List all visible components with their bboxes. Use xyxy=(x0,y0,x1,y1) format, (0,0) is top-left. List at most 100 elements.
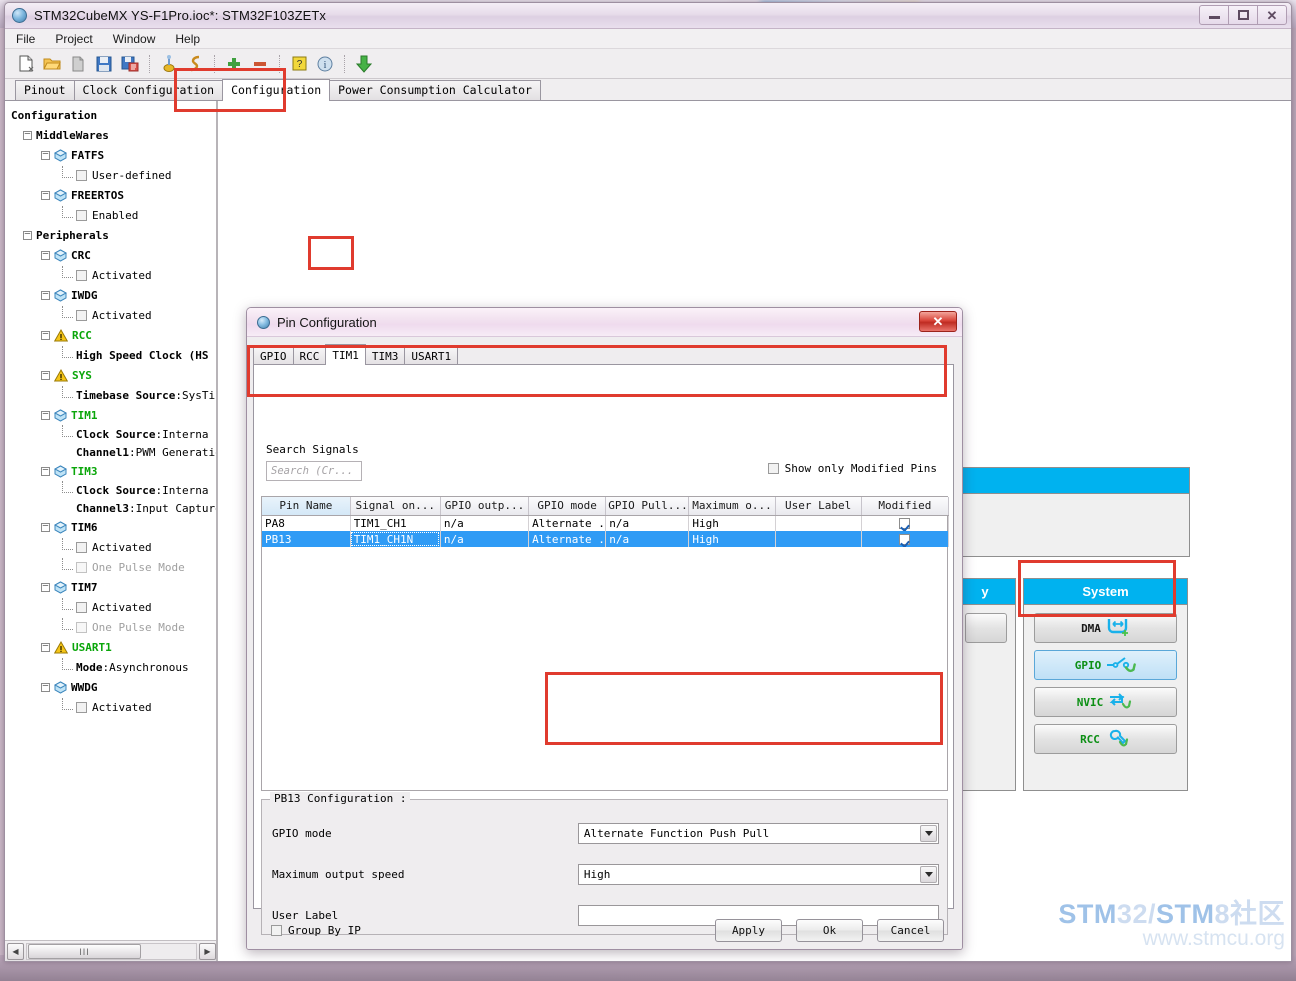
tree-item-crc[interactable]: CRC xyxy=(9,245,216,265)
checkbox-show-only-modified[interactable] xyxy=(767,463,779,474)
show-only-modified-pins-row[interactable]: Show only Modified Pins xyxy=(767,462,937,475)
table-row[interactable]: PA8 TIM1_CH1 n/a Alternate ... n/a High xyxy=(262,515,950,531)
column-header-signal-on[interactable]: Signal on... xyxy=(350,497,441,516)
tree-item-middlewares[interactable]: MiddleWares xyxy=(9,125,216,145)
tree-item-enabled[interactable]: Enabled xyxy=(9,205,216,225)
column-header-modified[interactable]: Modified xyxy=(861,497,950,516)
tree-item-sys[interactable]: SYS xyxy=(9,365,216,385)
tree-item-usart1[interactable]: USART1 xyxy=(9,637,216,657)
checkbox-group-by-ip[interactable] xyxy=(271,924,282,936)
ip-button-nvic[interactable]: NVIC xyxy=(1034,687,1177,717)
column-header-maximum-output[interactable]: Maximum o... xyxy=(688,497,776,516)
zoom-in-icon[interactable] xyxy=(223,53,245,75)
tree-item-tim1-clocksource[interactable]: Clock Source :Interna xyxy=(9,425,216,443)
tree-item-tim1-channel1[interactable]: Channel1:PWM Generatio xyxy=(9,443,216,461)
menu-item-file[interactable]: File xyxy=(13,31,38,47)
expander-icon[interactable] xyxy=(41,582,50,592)
tree-item-tim6-activated[interactable]: Activated xyxy=(9,537,216,557)
apply-button[interactable]: Apply xyxy=(715,918,782,942)
tree-item-rcc-hsclock[interactable]: High Speed Clock (HS xyxy=(9,345,216,365)
configuration-tree-scroll[interactable]: Configuration MiddleWares FATFS xyxy=(5,101,216,938)
expander-icon[interactable] xyxy=(41,466,50,476)
search-input[interactable]: Search (Cr... xyxy=(266,461,362,481)
save-icon[interactable] xyxy=(93,53,115,75)
tree-item-wwdg[interactable]: WWDG xyxy=(9,677,216,697)
ip-button-gpio[interactable]: GPIO xyxy=(1034,650,1177,680)
column-header-gpio-pull[interactable]: GPIO Pull... xyxy=(605,497,690,516)
expander-icon[interactable] xyxy=(41,522,50,532)
expander-icon[interactable] xyxy=(41,290,50,300)
menu-item-project[interactable]: Project xyxy=(52,31,95,47)
checkbox-enabled[interactable] xyxy=(76,209,87,221)
tab-pinout[interactable]: Pinout xyxy=(15,80,75,100)
tree-item-tim7-activated[interactable]: Activated xyxy=(9,597,216,617)
checkbox-activated[interactable] xyxy=(76,541,87,553)
dialog-tab-usart1[interactable]: USART1 xyxy=(404,346,459,365)
tree-item-usart1-mode[interactable]: Mode:Asynchronous xyxy=(9,657,216,677)
expander-icon[interactable] xyxy=(41,682,50,692)
tree-item-iwdg[interactable]: IWDG xyxy=(9,285,216,305)
column-header-gpio-output[interactable]: GPIO outp... xyxy=(440,497,530,516)
dialog-close-button[interactable]: ✕ xyxy=(919,311,957,332)
table-row[interactable]: PB13 TIM1_CH1N n/a Alternate ... n/a Hig… xyxy=(262,531,950,547)
tree-horizontal-scrollbar[interactable]: ◀ III ▶ xyxy=(5,940,216,961)
tree-item-wwdg-activated[interactable]: Activated xyxy=(9,697,216,717)
checkbox-activated[interactable] xyxy=(76,269,87,281)
menu-item-window[interactable]: Window xyxy=(110,31,159,47)
expander-icon[interactable] xyxy=(41,370,50,380)
save-as-icon[interactable] xyxy=(119,53,141,75)
expander-icon[interactable] xyxy=(41,410,50,420)
tab-power-consumption-calculator[interactable]: Power Consumption Calculator xyxy=(329,80,541,100)
ip-button-partial[interactable] xyxy=(965,613,1007,643)
tree-item-iwdg-activated[interactable]: Activated xyxy=(9,305,216,325)
generate-code-icon[interactable] xyxy=(184,53,206,75)
expander-icon[interactable] xyxy=(41,642,50,652)
column-header-user-label[interactable]: User Label xyxy=(775,497,862,516)
scroll-right-arrow-icon[interactable]: ▶ xyxy=(199,943,216,960)
tree-item-tim7[interactable]: TIM7 xyxy=(9,577,216,597)
new-project-icon[interactable] xyxy=(15,53,37,75)
dialog-tab-tim3[interactable]: TIM3 xyxy=(364,346,406,365)
expander-icon[interactable] xyxy=(41,150,50,160)
checkbox-activated[interactable] xyxy=(76,601,87,613)
tree-item-tim3-clocksource[interactable]: Clock Source :Interna xyxy=(9,481,216,499)
menu-item-help[interactable]: Help xyxy=(172,31,203,47)
tree-item-rcc[interactable]: RCC xyxy=(9,325,216,345)
column-header-pin-name[interactable]: Pin Name xyxy=(262,497,351,516)
chevron-down-icon[interactable] xyxy=(920,824,937,842)
ip-button-rcc[interactable]: RCC xyxy=(1034,724,1177,754)
download-icon[interactable] xyxy=(353,53,375,75)
expander-icon[interactable] xyxy=(41,250,50,260)
cancel-button[interactable]: Cancel xyxy=(877,918,944,942)
scrollbar-thumb[interactable]: III xyxy=(28,944,141,959)
tab-clock-configuration[interactable]: Clock Configuration xyxy=(73,80,224,100)
close-button[interactable]: ✕ xyxy=(1257,5,1287,25)
maximum-output-speed-select[interactable]: High xyxy=(577,863,939,885)
column-header-gpio-mode[interactable]: GPIO mode xyxy=(528,497,607,516)
tab-configuration[interactable]: Configuration xyxy=(222,79,331,101)
open-project-icon[interactable] xyxy=(41,53,63,75)
checkbox-user-defined[interactable] xyxy=(76,169,87,181)
tree-item-fatfs[interactable]: FATFS xyxy=(9,145,216,165)
minimize-button[interactable] xyxy=(1199,5,1229,25)
about-icon[interactable]: i xyxy=(314,53,336,75)
copy-icon[interactable] xyxy=(67,53,89,75)
tree-item-tim7-onepulse[interactable]: One Pulse Mode xyxy=(9,617,216,637)
tree-item-tim6-onepulse[interactable]: One Pulse Mode xyxy=(9,557,216,577)
maximize-button[interactable] xyxy=(1228,5,1258,25)
dialog-tab-tim1[interactable]: TIM1 xyxy=(325,344,366,365)
tree-item-tim6[interactable]: TIM6 xyxy=(9,517,216,537)
expander-icon[interactable] xyxy=(23,130,32,140)
expander-icon[interactable] xyxy=(41,330,50,340)
tree-item-sys-timebase[interactable]: Timebase Source:SysTi xyxy=(9,385,216,405)
ok-button[interactable]: Ok xyxy=(796,918,863,942)
expander-icon[interactable] xyxy=(41,190,50,200)
expander-icon[interactable] xyxy=(23,230,32,240)
scroll-left-arrow-icon[interactable]: ◀ xyxy=(7,943,24,960)
dialog-tab-rcc[interactable]: RCC xyxy=(292,346,327,365)
generate-report-icon[interactable] xyxy=(158,53,180,75)
tree-item-user-defined[interactable]: User-defined xyxy=(9,165,216,185)
scrollbar-track[interactable]: III xyxy=(26,943,197,960)
tree-item-tim3[interactable]: TIM3 xyxy=(9,461,216,481)
tree-item-tim3-channel3[interactable]: Channel3:Input Capture xyxy=(9,499,216,517)
